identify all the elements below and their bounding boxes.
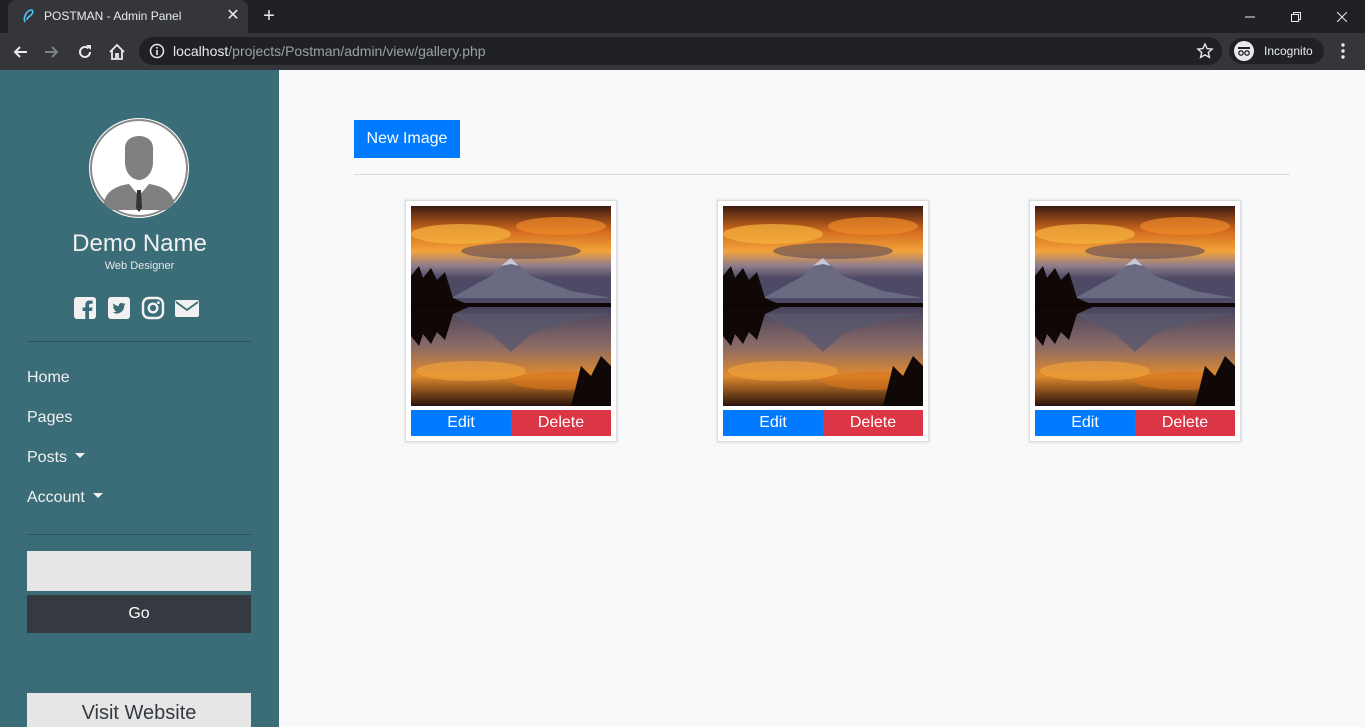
forward-arrow-icon[interactable]	[38, 38, 66, 66]
url-path: /projects/Postman/admin/view/gallery.php	[228, 43, 486, 59]
delete-button[interactable]: Delete	[1135, 410, 1235, 436]
sidebar-item-home[interactable]: Home	[27, 369, 70, 387]
gallery-image[interactable]	[411, 206, 611, 406]
sidebar-divider	[27, 534, 251, 535]
home-icon[interactable]	[103, 38, 131, 66]
sidebar-item-account-label: Account	[27, 489, 85, 506]
delete-button[interactable]: Delete	[823, 410, 923, 436]
sidebar-item-account[interactable]: Account	[27, 489, 103, 507]
gallery-card: Edit Delete	[405, 200, 617, 442]
address-bar[interactable]: localhost/projects/Postman/admin/view/ga…	[139, 37, 1222, 65]
browser-tab[interactable]: POSTMAN - Admin Panel ✕	[8, 0, 248, 33]
bookmark-star-icon[interactable]	[1196, 42, 1214, 60]
page-viewport: Demo Name Web Designer Home Pages Posts …	[0, 70, 1365, 727]
facebook-icon[interactable]	[73, 296, 97, 320]
envelope-icon[interactable]	[175, 296, 199, 320]
instagram-icon[interactable]	[141, 296, 165, 320]
gallery-image[interactable]	[1035, 206, 1235, 406]
site-info-icon[interactable]	[149, 43, 165, 59]
postman-favicon-icon	[20, 8, 36, 24]
sidebar-item-posts-label: Posts	[27, 449, 68, 466]
tab-title: POSTMAN - Admin Panel	[44, 9, 182, 23]
browser-menu-icon[interactable]	[1333, 41, 1353, 61]
social-links	[73, 296, 199, 320]
edit-button[interactable]: Edit	[723, 410, 823, 436]
sidebar: Demo Name Web Designer Home Pages Posts …	[0, 70, 279, 727]
url-host: localhost	[173, 43, 229, 59]
sidebar-divider	[27, 341, 251, 342]
sidebar-item-pages[interactable]: Pages	[27, 409, 72, 427]
browser-titlebar: POSTMAN - Admin Panel ✕ +	[0, 0, 1365, 33]
incognito-label: Incognito	[1264, 44, 1313, 58]
back-arrow-icon[interactable]	[6, 38, 34, 66]
main-content: New Image Edit Delete Edit Delete Edit D…	[279, 70, 1365, 727]
close-window-icon[interactable]	[1319, 0, 1365, 33]
incognito-icon	[1234, 41, 1254, 61]
url-text: localhost/projects/Postman/admin/view/ga…	[173, 43, 486, 59]
caret-down-icon	[92, 493, 103, 499]
gallery-card: Edit Delete	[1029, 200, 1241, 442]
profile-name: Demo Name	[72, 230, 207, 257]
go-button[interactable]: Go	[27, 595, 251, 633]
sidebar-search-input[interactable]	[27, 551, 251, 591]
delete-button[interactable]: Delete	[511, 410, 611, 436]
browser-toolbar: localhost/projects/Postman/admin/view/ga…	[0, 33, 1365, 70]
new-image-button[interactable]: New Image	[354, 120, 460, 158]
minimize-window-icon[interactable]	[1227, 0, 1273, 33]
edit-button[interactable]: Edit	[411, 410, 511, 436]
profile-role: Web Designer	[104, 260, 175, 272]
content-divider	[354, 174, 1290, 175]
new-tab-icon[interactable]: +	[258, 5, 280, 27]
gallery-card: Edit Delete	[717, 200, 929, 442]
edit-button[interactable]: Edit	[1035, 410, 1135, 436]
reload-icon[interactable]	[71, 38, 99, 66]
restore-window-icon[interactable]	[1273, 0, 1319, 33]
twitter-icon[interactable]	[107, 296, 131, 320]
caret-down-icon	[75, 453, 86, 459]
avatar	[89, 118, 189, 218]
gallery-image[interactable]	[723, 206, 923, 406]
tab-close-icon[interactable]: ✕	[224, 7, 242, 25]
visit-website-button[interactable]: Visit Website	[27, 693, 251, 727]
incognito-badge[interactable]: Incognito	[1229, 38, 1324, 64]
sidebar-item-posts[interactable]: Posts	[27, 449, 86, 467]
